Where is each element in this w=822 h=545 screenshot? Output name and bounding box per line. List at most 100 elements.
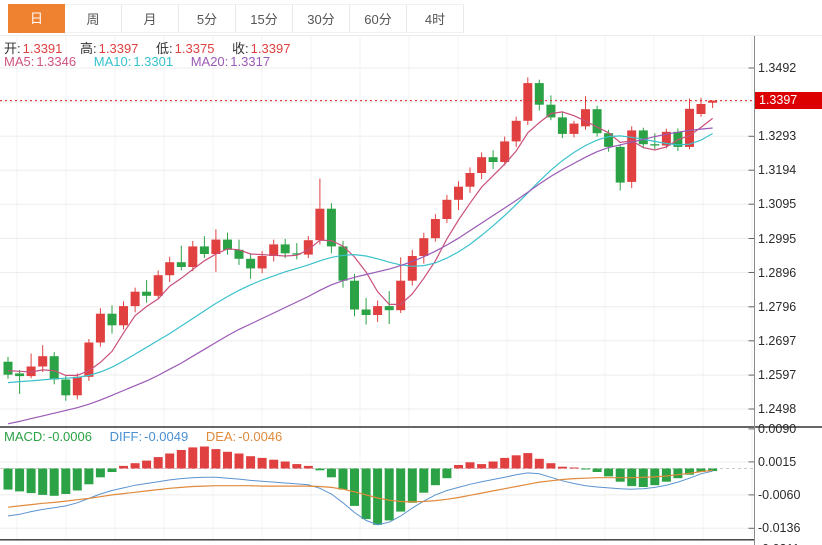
ma5-label: MA5:	[4, 54, 34, 69]
candle	[454, 187, 463, 200]
macd-bar	[38, 469, 47, 495]
ma20-value: 1.3317	[230, 54, 270, 69]
macd-bar	[142, 461, 151, 469]
candle	[616, 147, 625, 183]
candle	[593, 109, 602, 133]
candle	[373, 306, 382, 315]
macd-bar	[489, 462, 498, 469]
timeframe-tabs: 日周月5分15分30分60分4时	[8, 4, 464, 33]
price-tick-label: 1.2597	[758, 367, 820, 383]
price-tick-label: 1.3492	[758, 60, 820, 76]
price-tick-label: 1.2896	[758, 265, 820, 281]
ma5-legend-item: MA5:1.3346	[4, 54, 76, 69]
macd-bar	[15, 469, 24, 492]
candle	[535, 83, 544, 105]
price-tick-label: 1.2796	[758, 299, 820, 315]
candle	[650, 144, 659, 145]
macd-bar	[235, 454, 244, 469]
timeframe-tab-0[interactable]: 日	[8, 4, 65, 33]
diff-legend-item: DIFF:-0.0049	[110, 429, 189, 444]
candle	[96, 314, 105, 343]
candle	[177, 262, 186, 267]
candle	[211, 240, 220, 254]
macd-bar	[535, 459, 544, 469]
macd-bar	[477, 464, 486, 468]
price-tick-label: 1.2498	[758, 401, 820, 417]
macd-bar	[131, 463, 140, 468]
macd-bar	[570, 468, 579, 469]
macd-tick-label: -0.0060	[758, 487, 820, 503]
ma10-legend-item: MA10:1.3301	[94, 54, 173, 69]
candle	[697, 104, 706, 114]
candle	[108, 314, 117, 326]
macd-bar	[327, 469, 336, 478]
macd-bar	[154, 457, 163, 468]
macd-bar	[466, 462, 475, 468]
diff-value: -0.0049	[144, 429, 188, 444]
candle	[269, 244, 278, 256]
ma5-value: 1.3346	[36, 54, 76, 69]
ma10-value: 1.3301	[133, 54, 173, 69]
candle	[154, 275, 163, 296]
macd-bar	[27, 469, 36, 494]
candle	[50, 356, 59, 379]
candle	[466, 173, 475, 187]
macd-bar	[454, 465, 463, 469]
candle	[385, 306, 394, 310]
macd-bar	[546, 463, 555, 468]
candle	[489, 157, 498, 162]
macd-legend: MACD:-0.0006 DIFF:-0.0049 DEA:-0.0046	[4, 429, 296, 444]
macd-bar	[408, 469, 417, 503]
macd-bar	[581, 469, 590, 470]
candle	[570, 124, 579, 134]
ma-legend: MA5:1.3346 MA10:1.3301 MA20:1.3317	[4, 54, 284, 69]
macd-bar	[350, 469, 359, 506]
candle	[165, 262, 174, 275]
dea-label: DEA:	[206, 429, 236, 444]
ma20-legend-item: MA20:1.3317	[191, 54, 270, 69]
macd-tick-label: 0.0015	[758, 454, 820, 470]
timeframe-tab-3[interactable]: 5分	[179, 4, 236, 33]
macd-value: -0.0006	[48, 429, 92, 444]
macd-bar	[165, 454, 174, 469]
dea-value: -0.0046	[238, 429, 282, 444]
timeframe-tab-4[interactable]: 15分	[236, 4, 293, 33]
timeframe-tab-7[interactable]: 4时	[407, 4, 464, 33]
candle	[281, 244, 290, 253]
candle	[38, 356, 47, 366]
macd-tick-label: 0.0090	[758, 421, 820, 437]
candle	[639, 130, 648, 144]
candle	[61, 380, 70, 396]
candle	[350, 281, 359, 310]
macd-bar	[119, 466, 128, 469]
ma20-label: MA20:	[191, 54, 229, 69]
candle	[15, 373, 24, 376]
timeframe-tab-1[interactable]: 周	[65, 4, 122, 33]
timeframe-tab-6[interactable]: 60分	[350, 4, 407, 33]
macd-bar	[269, 460, 278, 469]
macd-bar	[558, 467, 567, 469]
price-tick-label: 1.2995	[758, 231, 820, 247]
candle	[315, 209, 324, 241]
candle	[500, 141, 509, 162]
macd-bar	[419, 469, 428, 493]
candle	[119, 306, 128, 325]
macd-bar	[523, 453, 532, 468]
current-price-badge: 1.3397	[755, 92, 822, 109]
candle	[200, 246, 209, 254]
macd-bar	[396, 469, 405, 512]
candle	[442, 200, 451, 219]
macd-bar	[223, 452, 232, 469]
candle	[339, 246, 348, 280]
macd-bar	[512, 455, 521, 468]
macd-bar	[500, 458, 509, 469]
candle	[188, 246, 197, 267]
timeframe-tab-2[interactable]: 月	[122, 4, 179, 33]
candle	[73, 377, 82, 396]
candle	[477, 157, 486, 173]
price-tick-label: 1.3293	[758, 128, 820, 144]
timeframe-tab-5[interactable]: 30分	[293, 4, 350, 33]
macd-bar	[442, 469, 451, 479]
macd-label: MACD:	[4, 429, 46, 444]
macd-bar	[61, 469, 70, 495]
